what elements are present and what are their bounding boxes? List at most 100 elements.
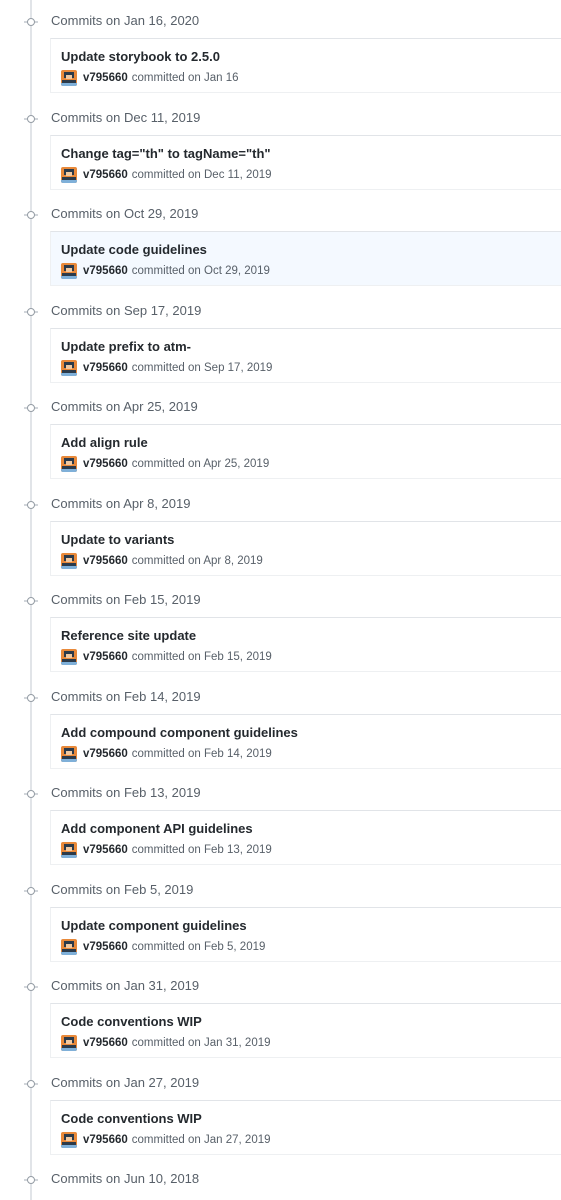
commit-title-link[interactable]: Update storybook to 2.5.0 xyxy=(61,49,220,65)
commit-author-link[interactable]: v795660 xyxy=(83,844,128,856)
git-commit-icon xyxy=(24,208,38,222)
commit-groups: Commits on Jan 16, 2020 Update storybook… xyxy=(0,0,561,1200)
commit-group: Commits on Feb 15, 2019 Reference site u… xyxy=(0,579,561,676)
commit-list-item[interactable]: Change tag="th" to tagName="th" v795660 … xyxy=(50,134,561,190)
commit-date-text: committed on Feb 5, 2019 xyxy=(131,940,266,953)
commit-date-text: committed on Feb 15, 2019 xyxy=(131,651,272,663)
commit-author-link[interactable]: v795660 xyxy=(83,651,128,663)
git-commit-icon xyxy=(24,401,38,415)
commit-title-link[interactable]: Update to variants xyxy=(61,532,174,548)
git-commit-icon xyxy=(24,305,38,319)
commit-meta: v795660 committed on Sep 17, 2019 xyxy=(61,359,273,376)
commit-date-label: Commits on Sep 17, 2019 xyxy=(51,302,202,318)
user-avatar-icon[interactable] xyxy=(61,552,77,569)
commit-group: Commits on Sep 17, 2019 Update prefix to… xyxy=(0,290,561,387)
commit-meta: v795660 committed on Apr 8, 2019 xyxy=(61,552,263,569)
commit-meta: v795660 committed on Dec 11, 2019 xyxy=(61,166,272,183)
git-commit-icon xyxy=(24,980,38,994)
git-commit-icon xyxy=(24,15,38,29)
commit-title-link[interactable]: Reference site update xyxy=(61,628,196,644)
user-avatar-icon[interactable] xyxy=(61,649,77,665)
commit-group: Commits on Feb 13, 2019 Add component AP… xyxy=(0,772,561,869)
commit-list-item[interactable]: Update component guidelines v795660 comm… xyxy=(50,906,561,962)
commit-list-item[interactable]: Reference site update v795660 committed … xyxy=(50,617,561,672)
git-commit-icon xyxy=(24,498,38,512)
commit-group: Commits on Feb 5, 2019 Update component … xyxy=(0,869,561,966)
commit-date-label: Commits on Feb 15, 2019 xyxy=(51,592,201,607)
commit-date-label: Commits on Jan 27, 2019 xyxy=(51,1074,200,1090)
commit-meta: v795660 committed on Jan 16 xyxy=(61,70,239,86)
commit-date-text: committed on Oct 29, 2019 xyxy=(131,265,270,277)
git-commit-icon xyxy=(24,594,38,608)
commit-meta: v795660 committed on Oct 29, 2019 xyxy=(61,263,270,279)
commit-date-label: Commits on Dec 11, 2019 xyxy=(51,109,201,125)
commit-meta: v795660 committed on Feb 14, 2019 xyxy=(61,745,272,762)
commit-group: Commits on Dec 11, 2019 Change tag="th" … xyxy=(0,97,561,194)
commit-date-label: Commits on Feb 14, 2019 xyxy=(51,688,201,704)
commit-date-label: Commits on Apr 8, 2019 xyxy=(51,495,191,511)
commit-list-item[interactable]: Code conventions WIP v795660 committed o… xyxy=(50,1003,561,1058)
commit-group: Commits on Jan 27, 2019 Code conventions… xyxy=(0,1062,561,1159)
commit-date-text: committed on Dec 11, 2019 xyxy=(131,168,272,181)
commit-title-link[interactable]: Code conventions WIP xyxy=(61,1111,202,1127)
commit-date-label: Commits on Jun 10, 2018 xyxy=(51,1171,200,1186)
commit-list-item[interactable]: Add align rule v795660 committed on Apr … xyxy=(50,424,561,479)
commit-date-label: Commits on Feb 13, 2019 xyxy=(51,785,201,800)
commit-list-item[interactable]: Update code guidelines v795660 committed… xyxy=(50,231,561,286)
commit-author-link[interactable]: v795660 xyxy=(83,555,128,567)
commit-title-link[interactable]: Update component guidelines xyxy=(61,918,247,934)
commit-author-link[interactable]: v795660 xyxy=(83,748,128,760)
commit-title-link[interactable]: Update code guidelines xyxy=(61,242,207,258)
commit-date-label: Commits on Jan 16, 2020 xyxy=(51,13,200,28)
git-commit-icon xyxy=(24,1077,38,1091)
commit-group: Commits on Apr 25, 2019 Add align rule v… xyxy=(0,386,561,483)
commit-title-link[interactable]: Add component API guidelines xyxy=(61,821,253,837)
commit-list-item[interactable]: Add component API guidelines v795660 com… xyxy=(50,810,561,865)
commit-date-text: committed on Sep 17, 2019 xyxy=(131,361,273,374)
user-avatar-icon[interactable] xyxy=(61,70,77,86)
commit-meta: v795660 committed on Feb 13, 2019 xyxy=(61,842,272,858)
commit-group: Commits on Jan 16, 2020 Update storybook… xyxy=(0,0,561,97)
user-avatar-icon[interactable] xyxy=(61,456,77,472)
commit-title-link[interactable]: Change tag="th" to tagName="th" xyxy=(61,146,271,162)
user-avatar-icon[interactable] xyxy=(61,263,77,279)
commit-date-text: committed on Jan 16 xyxy=(131,72,239,84)
commit-date-text: committed on Jan 27, 2019 xyxy=(131,1133,271,1146)
commit-title-link[interactable]: Add compound component guidelines xyxy=(61,725,298,741)
commit-author-link[interactable]: v795660 xyxy=(83,169,128,181)
commit-author-link[interactable]: v795660 xyxy=(83,265,128,277)
user-avatar-icon[interactable] xyxy=(61,842,77,858)
commit-title-link[interactable]: Update prefix to atm- xyxy=(61,339,191,355)
commit-title-link[interactable]: Add align rule xyxy=(61,435,148,451)
user-avatar-icon[interactable] xyxy=(61,359,77,376)
commit-date-text: committed on Apr 8, 2019 xyxy=(131,554,263,567)
commit-list-item[interactable]: Update storybook to 2.5.0 v795660 commit… xyxy=(50,38,561,93)
commit-author-link[interactable]: v795660 xyxy=(83,1134,128,1146)
commit-list-item[interactable]: Code conventions WIP v795660 committed o… xyxy=(50,1099,561,1155)
commit-author-link[interactable]: v795660 xyxy=(83,72,128,84)
commit-date-text: committed on Apr 25, 2019 xyxy=(131,458,270,470)
user-avatar-icon[interactable] xyxy=(61,1131,77,1148)
commit-author-link[interactable]: v795660 xyxy=(83,362,128,374)
user-avatar-icon[interactable] xyxy=(61,1035,77,1051)
user-avatar-icon[interactable] xyxy=(61,938,77,955)
user-avatar-icon[interactable] xyxy=(61,166,77,183)
commit-meta: v795660 committed on Jan 31, 2019 xyxy=(61,1035,271,1051)
commit-date-label: Commits on Oct 29, 2019 xyxy=(51,206,199,221)
commit-group: Commits on Apr 8, 2019 Update to variant… xyxy=(0,483,561,580)
commit-meta: v795660 committed on Apr 25, 2019 xyxy=(61,456,269,472)
commit-title-link[interactable]: Code conventions WIP xyxy=(61,1014,202,1030)
commit-date-text: committed on Jan 31, 2019 xyxy=(131,1037,271,1049)
commit-list-item[interactable]: Add compound component guidelines v79566… xyxy=(50,713,561,769)
commit-author-link[interactable]: v795660 xyxy=(83,458,128,470)
git-commit-icon xyxy=(24,112,38,126)
commit-author-link[interactable]: v795660 xyxy=(83,1037,128,1049)
user-avatar-icon[interactable] xyxy=(61,745,77,762)
git-commit-icon xyxy=(24,691,38,705)
commit-list-item[interactable]: Update prefix to atm- v795660 committed … xyxy=(50,327,561,383)
commit-group: Commits on Jan 31, 2019 Code conventions… xyxy=(0,965,561,1062)
commit-date-label: Commits on Feb 5, 2019 xyxy=(51,881,194,897)
commit-author-link[interactable]: v795660 xyxy=(83,941,128,953)
commit-list-item[interactable]: Update to variants v795660 committed on … xyxy=(50,520,561,576)
commit-group: Commits on Jun 10, 2018 xyxy=(0,1158,561,1200)
